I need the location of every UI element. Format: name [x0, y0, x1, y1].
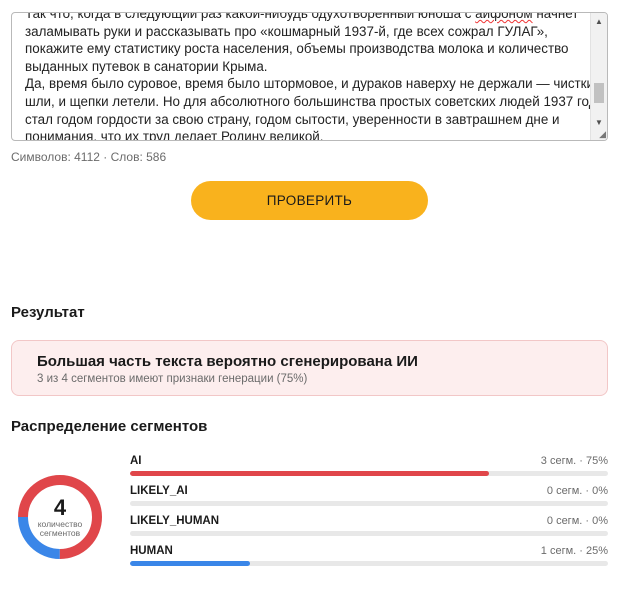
segment-row-likely-human: LIKELY_HUMAN 0 сегм. · 0% [130, 515, 608, 545]
scroll-up-arrow-icon[interactable]: ▲ [591, 13, 607, 29]
segment-total: 4 [53, 494, 67, 520]
result-card: Большая часть текста вероятно сгенериров… [11, 340, 608, 396]
check-button[interactable]: ПРОВЕРИТЬ [191, 181, 428, 220]
scroll-down-arrow-icon[interactable]: ▼ [591, 114, 607, 130]
donut-center: 4 количество сегментов [15, 472, 105, 562]
segment-row-likely-ai: LIKELY_AI 0 сегм. · 0% [130, 485, 608, 515]
text-line: выданных путевок в санатории Крыма. [25, 58, 268, 74]
text-line: шли, и щепки летели. Но для абсолютного … [25, 93, 597, 109]
segment-name: LIKELY_AI [130, 485, 188, 497]
text-line: Так что, когда в следующий раз какой-ниб… [25, 12, 591, 23]
textarea-scrollbar[interactable]: ▲ ▼ [590, 13, 607, 140]
segment-total-label: количество сегментов [37, 518, 83, 538]
segment-bar-fill [130, 471, 489, 476]
text-line: стал годом гордости за свою страну, годо… [25, 111, 560, 127]
text-line: понимания, что их труд делает Родину вел… [25, 129, 324, 141]
segment-bar-fill [130, 561, 250, 566]
segment-meta: 0 сегм. · 0% [546, 515, 608, 527]
resize-grip-icon[interactable]: ◢ [596, 129, 606, 139]
segment-name: LIKELY_HUMAN [130, 515, 220, 527]
segment-bar-track [130, 471, 608, 476]
text-line: заламывать руки и рассказывать про «кошм… [25, 23, 548, 39]
result-title: Результат [11, 304, 85, 321]
segment-name: AI [130, 455, 142, 467]
result-headline: Большая часть текста вероятно сгенериров… [37, 353, 418, 370]
distribution-title: Распределение сегментов [11, 418, 208, 435]
segment-meta: 3 сегм. · 75% [540, 455, 608, 467]
char-word-counter: Символов: 4112 · Слов: 586 [11, 150, 167, 164]
segment-row-ai: AI 3 сегм. · 75% [130, 455, 608, 485]
segment-meta: 0 сегм. · 0% [546, 485, 608, 497]
scroll-thumb[interactable] [594, 83, 604, 103]
segment-row-human: HUMAN 1 сегм. · 25% [130, 545, 608, 575]
segment-bar-track [130, 531, 608, 536]
text-input-content[interactable]: Так что, когда в следующий раз какой-ниб… [25, 12, 597, 141]
segment-bar-track [130, 501, 608, 506]
result-subtext: 3 из 4 сегментов имеют признаки генераци… [37, 373, 308, 385]
text-line: Да, время было суровое, время было шторм… [25, 76, 595, 92]
segment-bar-track [130, 561, 608, 566]
segment-name: HUMAN [130, 545, 173, 557]
text-line: покажите ему статистику роста населения,… [25, 41, 569, 57]
text-input-area[interactable]: Так что, когда в следующий раз какой-ниб… [11, 12, 608, 141]
misspelled-word: айфоном [475, 12, 533, 21]
segment-meta: 1 сегм. · 25% [540, 545, 608, 557]
